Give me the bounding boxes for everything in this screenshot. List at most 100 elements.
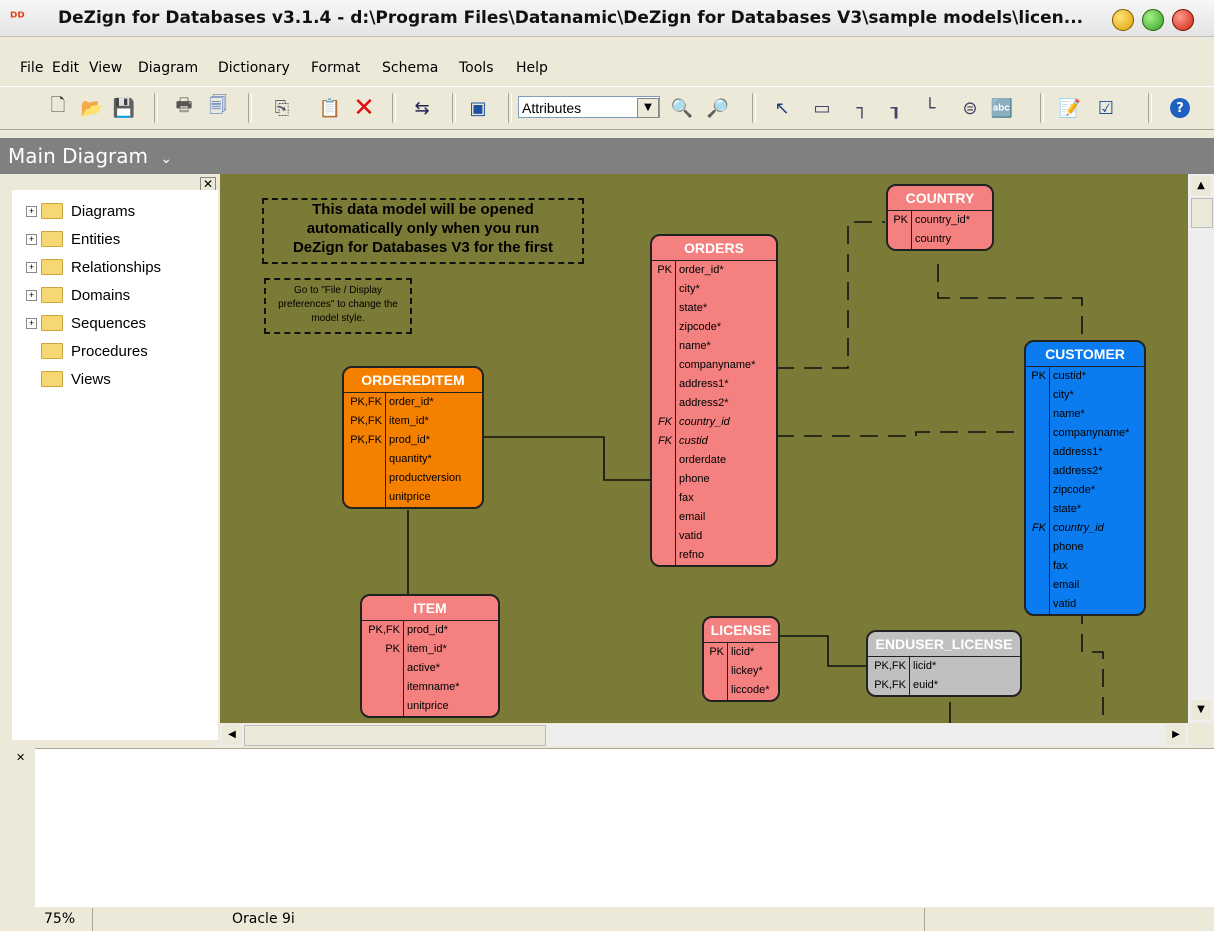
entity-attribute-row[interactable]: city* [1026,386,1144,405]
zoom-fit-icon[interactable]: ▣ [466,96,490,120]
chevron-down-icon[interactable]: ⌄ [160,151,172,167]
entity-attribute-row[interactable]: PK order_id* [652,261,776,280]
entity-attribute-row[interactable]: state* [652,299,776,318]
entity-attribute-row[interactable]: email [652,508,776,527]
menu-view[interactable]: View [89,60,122,76]
zoom-in-icon[interactable]: 🔍 [670,96,694,120]
horizontal-scrollbar[interactable]: ◀ ▶ [220,724,1188,746]
entity-attribute-row[interactable]: unitprice [344,488,482,507]
non-identifying-relationship-icon[interactable]: ┒ [884,96,908,120]
add-text-icon[interactable]: 🔤 [990,96,1014,120]
entity-attribute-row[interactable]: phone [652,470,776,489]
new-file-icon[interactable]: 🗋 [46,95,70,120]
generate-script-icon[interactable]: 📝 [1058,96,1082,120]
entity-attribute-row[interactable]: unitprice [362,697,498,716]
add-note-icon[interactable]: ⊜ [958,96,982,120]
tree-item-relationships[interactable]: + Relationships [26,256,161,278]
entity-attribute-row[interactable]: orderdate [652,451,776,470]
chevron-down-icon[interactable]: ▼ [637,98,659,118]
entity-attribute-row[interactable]: PK,FK prod_id* [344,431,482,450]
menu-schema[interactable]: Schema [382,60,438,76]
entity-attribute-row[interactable]: active* [362,659,498,678]
expand-icon[interactable]: + [26,261,37,273]
menu-dictionary[interactable]: Dictionary [218,60,290,76]
entity-attribute-row[interactable]: city* [652,280,776,299]
entity-attribute-row[interactable]: name* [1026,405,1144,424]
print-icon[interactable]: 🖶 [172,95,196,120]
tree-item-diagrams[interactable]: + Diagrams [26,200,135,222]
entity-attribute-row[interactable]: vatid [1026,595,1144,614]
entity-attribute-row[interactable]: address1* [1026,443,1144,462]
menu-edit[interactable]: Edit [52,60,79,76]
entity-attribute-row[interactable]: liccode* [704,681,778,700]
entity-ordereditem[interactable]: ORDEREDITEM PK,FK order_id* PK,FK item_id* PK… [342,366,484,509]
scroll-down-icon[interactable]: ▼ [1191,700,1211,720]
open-folder-icon[interactable]: 📂 [80,96,104,120]
zoom-out-icon[interactable]: 🔎 [706,96,730,120]
entity-attribute-row[interactable]: PK,FK licid* [868,657,1020,676]
entity-attribute-row[interactable]: PK licid* [704,643,778,662]
expand-icon[interactable]: + [26,289,37,301]
print-preview-icon[interactable]: 🗐 [206,95,230,120]
help-icon[interactable]: ? [1170,98,1190,118]
entity-attribute-row[interactable]: zipcode* [1026,481,1144,500]
entity-attribute-row[interactable]: FK custid [652,432,776,451]
entity-attribute-row[interactable]: quantity* [344,450,482,469]
scroll-left-icon[interactable]: ◀ [222,725,242,745]
scroll-right-icon[interactable]: ▶ [1166,725,1186,745]
entity-attribute-row[interactable]: PK country_id* [888,211,992,230]
identifying-relationship-icon[interactable]: ┐ [850,96,874,120]
entity-enduser-license[interactable]: ENDUSER_LICENSE PK,FK licid* PK,FK euid* [866,630,1022,697]
info-note[interactable]: This data model will be opened automatic… [262,198,584,264]
menu-tools[interactable]: Tools [459,60,494,76]
expand-icon[interactable]: + [26,205,37,217]
minimize-button[interactable] [1112,9,1134,31]
close-tree-panel-icon[interactable]: ✕ [200,177,216,191]
entity-license[interactable]: LICENSE PK licid* lickey* liccode* [702,616,780,702]
entity-attribute-row[interactable]: address2* [652,394,776,413]
entity-country[interactable]: COUNTRY PK country_id* country [886,184,994,251]
expand-icon[interactable]: + [26,233,37,245]
close-output-panel-icon[interactable]: ✕ [16,752,28,764]
style-note[interactable]: Go to "File / Display preferences" to ch… [264,278,412,334]
entity-attribute-row[interactable]: PK,FK euid* [868,676,1020,695]
entity-attribute-row[interactable]: vatid [652,527,776,546]
tree-item-domains[interactable]: + Domains [26,284,130,306]
save-icon[interactable]: 💾 [112,96,136,120]
entity-customer[interactable]: CUSTOMER PK custid* city* name* companyname* a… [1024,340,1146,616]
entity-attribute-row[interactable]: PK custid* [1026,367,1144,386]
maximize-button[interactable] [1142,9,1164,31]
swap-icon[interactable]: ⇆ [410,96,434,120]
menu-file[interactable]: File [20,60,43,76]
entity-attribute-row[interactable]: FK country_id [1026,519,1144,538]
entity-attribute-row[interactable]: FK country_id [652,413,776,432]
entity-attribute-row[interactable]: phone [1026,538,1144,557]
menu-format[interactable]: Format [311,60,360,76]
menu-diagram[interactable]: Diagram [138,60,198,76]
entity-attribute-row[interactable]: address1* [652,375,776,394]
entity-attribute-row[interactable]: fax [652,489,776,508]
scroll-up-icon[interactable]: ▲ [1191,176,1211,196]
check-model-icon[interactable]: ☑ [1094,96,1118,120]
entity-attribute-row[interactable]: refno [652,546,776,565]
paste-icon[interactable]: 📋 [318,96,342,120]
scroll-thumb[interactable] [1191,198,1213,228]
expand-icon[interactable]: + [26,317,37,329]
entity-attribute-row[interactable]: PK,FK item_id* [344,412,482,431]
tree-item-entities[interactable]: + Entities [26,228,120,250]
close-button[interactable] [1172,9,1194,31]
tree-item-procedures[interactable]: Procedures [26,340,148,362]
diagram-canvas[interactable]: This data model will be opened automatic… [220,174,1192,723]
self-relationship-icon[interactable]: └ [918,96,942,120]
diagram-tab-label[interactable]: Main Diagram [8,144,148,168]
tree-item-views[interactable]: Views [26,368,111,390]
entity-attribute-row[interactable]: PK,FK order_id* [344,393,482,412]
tree-item-sequences[interactable]: + Sequences [26,312,146,334]
entity-attribute-row[interactable]: companyname* [1026,424,1144,443]
entity-attribute-row[interactable]: name* [652,337,776,356]
entity-attribute-row[interactable]: fax [1026,557,1144,576]
menu-help[interactable]: Help [516,60,548,76]
delete-icon[interactable]: ✕ [352,93,376,123]
copy-icon[interactable]: ⎘ [270,96,294,120]
entity-attribute-row[interactable]: PK,FK prod_id* [362,621,498,640]
